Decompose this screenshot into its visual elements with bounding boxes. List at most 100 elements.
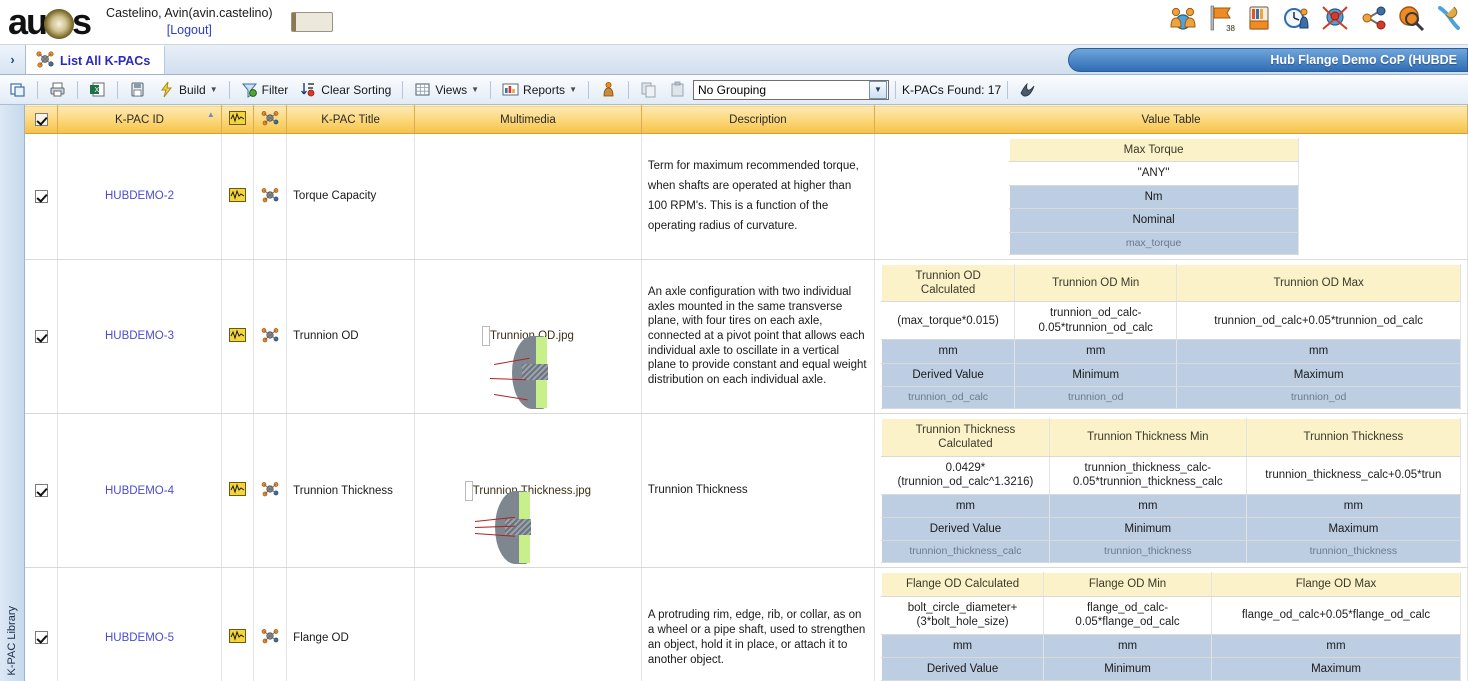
kpac-id-link[interactable]: HUBDEMO-5 [105,632,174,644]
header-multimedia[interactable]: Multimedia [414,105,642,134]
kpac-icon[interactable] [261,187,279,206]
kpac-icon[interactable] [261,629,279,647]
kpac-id-link[interactable]: HUBDEMO-2 [105,190,174,202]
filter-label: Filter [261,82,289,97]
kpac-id-link[interactable]: HUBDEMO-4 [105,485,174,497]
clear-sorting-label: Clear Sorting [321,82,392,97]
header-kpac-col[interactable] [253,105,288,134]
print-button[interactable] [44,78,71,102]
vt-unit-cell: mm [880,339,1016,364]
tab-list-all-kpacs[interactable]: List All K-PACs [26,45,166,74]
vt-header-cell: Trunnion Thickness Calculated [880,418,1050,457]
copy-button[interactable] [635,78,662,102]
vt-var-cell: max_torque [1008,231,1299,255]
header-value-table[interactable]: Value Table [874,105,1468,134]
row-id-cell[interactable]: HUBDEMO-2 [57,133,222,260]
vt-unit-cell: mm [1043,633,1212,658]
row-chart-cell[interactable] [221,133,255,260]
header-kpac-title[interactable]: K-PAC Title [286,105,415,134]
flag-icon[interactable]: 38 [1206,3,1236,33]
vt-kind-cell: Derived Value [880,362,1016,387]
clock-person-icon[interactable] [1282,3,1312,33]
table-row[interactable]: HUBDEMO-5 Flange OD A protruding rim, ed… [25,567,1468,681]
row-chart-cell[interactable] [221,413,255,569]
row-kpac-cell[interactable] [253,567,288,681]
table-row[interactable]: HUBDEMO-2 Torque Capacity Term for maxim… [25,133,1468,260]
kpac-grid: K-PAC ID ▲ K-PAC Title Multimedia Descri… [25,105,1468,681]
multimedia-thumb[interactable]: Trunnion OD.jpg [481,326,574,410]
chevron-down-icon[interactable]: ▼ [569,85,577,94]
row-id-cell[interactable]: HUBDEMO-4 [57,413,222,569]
row-multimedia-cell[interactable]: Trunnion Thickness.jpg [414,413,642,569]
share-nodes-icon[interactable] [1358,3,1388,33]
row-select-cell[interactable] [25,413,59,569]
row-select-cell[interactable] [25,133,59,260]
kpac-id-link[interactable]: HUBDEMO-3 [105,330,174,342]
build-button[interactable]: Build ▼ [153,78,223,102]
user-name: Castelino, Avin(avin.castelino) [106,6,273,21]
logout-link[interactable]: [Logout] [106,22,273,39]
header-description[interactable]: Description [641,105,875,134]
header-select-all[interactable] [25,105,59,134]
row-kpac-cell[interactable] [253,133,288,260]
views-button[interactable]: Views ▼ [409,78,484,102]
chevron-down-icon[interactable]: ▼ [210,85,218,94]
row-select-cell[interactable] [25,567,59,681]
row-multimedia-cell [414,567,642,681]
row-kpac-cell[interactable] [253,413,288,569]
waveform-icon[interactable] [229,629,247,646]
sidebar-expander-button[interactable]: › [0,45,26,74]
chevron-down-icon[interactable]: ▼ [471,85,479,94]
row-description-cell: A protruding rim, edge, rib, or collar, … [641,567,875,681]
multimedia-thumb[interactable]: Trunnion Thickness.jpg [464,480,591,564]
kpac-icon[interactable] [261,482,279,500]
table-row[interactable]: HUBDEMO-3 Trunnion OD Trunnion OD.jpg An… [25,259,1468,415]
person-button[interactable] [595,78,622,102]
grouping-select[interactable]: No Grouping ▼ [692,79,889,100]
toolbar-separator [627,80,629,99]
row-multimedia-cell[interactable]: Trunnion OD.jpg [414,259,642,415]
select-all-checkbox[interactable] [34,113,48,126]
row-checkbox[interactable] [34,189,48,203]
vt-value-cell: "ANY" [1008,161,1299,186]
row-checkbox[interactable] [34,631,48,645]
row-id-cell[interactable]: HUBDEMO-3 [57,259,222,415]
thumbnail-image[interactable] [464,480,531,564]
sort-icon [300,81,317,98]
search-magnifier-icon[interactable] [1396,3,1426,33]
vt-unit-cell: mm [1245,493,1462,518]
chevron-down-icon[interactable]: ▼ [868,80,887,99]
waveform-icon[interactable] [229,482,247,499]
header-kpac-id[interactable]: K-PAC ID ▲ [57,105,222,134]
new-window-button[interactable] [4,78,31,102]
paste-button[interactable] [664,78,691,102]
value-table: Trunnion OD Calculated Trunnion OD Min T… [880,263,1461,410]
row-chart-cell[interactable] [221,567,255,681]
table-row[interactable]: HUBDEMO-4 Trunnion Thickness Trunnion Th… [25,413,1468,569]
header-chart-col[interactable] [221,105,255,134]
cop-context-pill[interactable]: Hub Flange Demo CoP (HUBDE [1068,48,1468,72]
printer-icon [49,81,66,98]
reports-button[interactable]: Reports ▼ [497,78,582,102]
row-select-cell[interactable] [25,259,59,415]
clear-sorting-button[interactable]: Clear Sorting [295,78,396,102]
row-checkbox[interactable] [34,329,48,343]
save-button[interactable] [124,78,151,102]
row-chart-cell[interactable] [221,259,255,415]
export-excel-button[interactable]: X [84,78,111,102]
waveform-icon[interactable] [229,327,247,345]
thumbnail-image[interactable] [481,326,548,410]
row-id-cell[interactable]: HUBDEMO-5 [57,567,222,681]
clear-filter-button[interactable] [1014,78,1041,102]
row-title-cell: Trunnion Thickness [286,413,415,569]
community-users-icon[interactable] [1168,3,1198,33]
library-books-icon[interactable] [1244,3,1274,33]
row-checkbox[interactable] [34,484,48,498]
kpac-library-rail[interactable]: K-PAC Library [0,105,25,681]
filter-button[interactable]: Filter [236,78,294,102]
globe-network-icon[interactable] [1320,3,1350,33]
kpac-icon[interactable] [261,327,279,346]
row-kpac-cell[interactable] [253,259,288,415]
waveform-icon[interactable] [229,187,247,205]
tools-wrench-icon[interactable] [1434,3,1464,33]
